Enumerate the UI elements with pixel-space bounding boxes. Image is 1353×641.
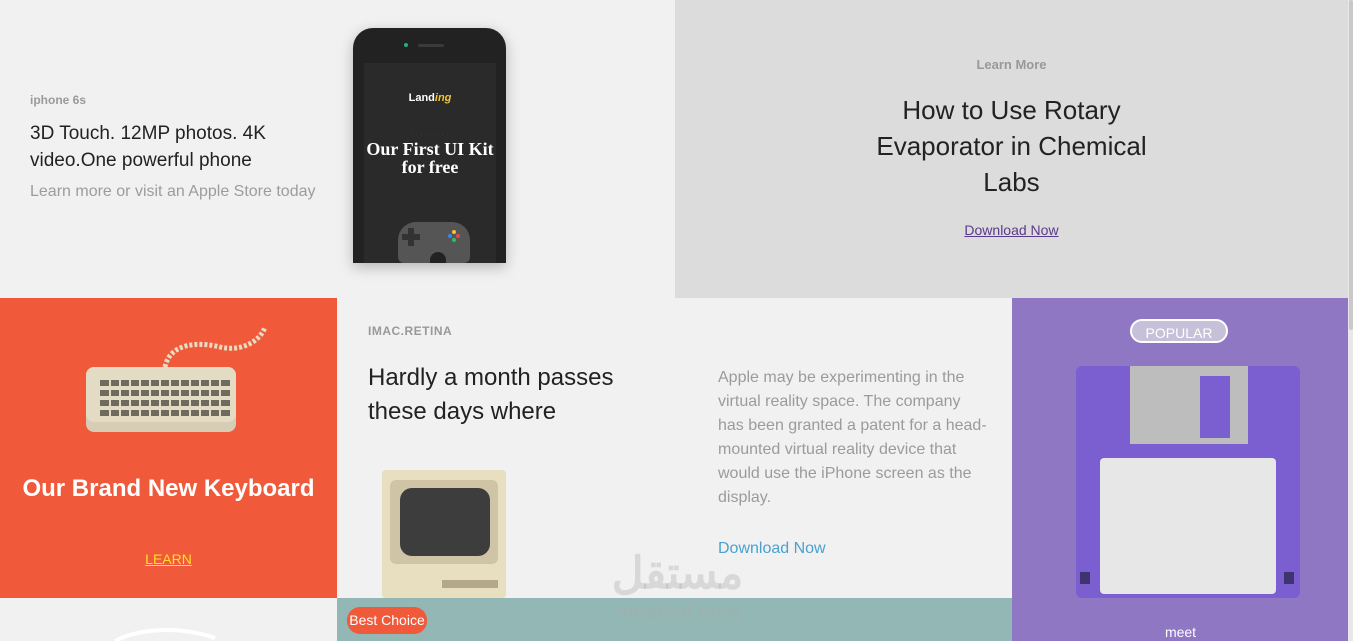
dpad-icon [402, 228, 420, 246]
floppy-disk-image [1076, 366, 1300, 598]
phone-brand-prefix: Land [408, 92, 435, 104]
keyboard-image [86, 325, 268, 432]
watermark-arabic: مستقل [611, 549, 744, 598]
keyboard-learn-link[interactable]: LEARN [0, 551, 337, 567]
scrollbar-thumb[interactable] [1349, 0, 1353, 330]
imac-title: Hardly a month passes these days where [368, 364, 614, 425]
phone-speaker [418, 44, 444, 47]
imac-image [382, 470, 506, 598]
phone-camera [404, 43, 408, 47]
hero-subtitle: Learn more or visit an Apple Store today [30, 183, 316, 200]
hero-tag: iphone 6s [30, 93, 87, 107]
gamepad-stick [430, 252, 446, 263]
floppy-caption: meet [1164, 624, 1197, 640]
watermark-latin: mostaql.com [615, 601, 740, 623]
phone-pretitle: · · · · · · · · · [411, 132, 449, 137]
hero-title: 3D Touch. 12MP photos. 4K video.One powe… [30, 123, 266, 171]
cable-image [114, 628, 216, 641]
gamepad-buttons-icon [448, 230, 460, 242]
promo-download-link[interactable]: Download Now [675, 222, 1348, 238]
keyboard-card-title: Our Brand New Keyboard [22, 475, 315, 502]
imac-body: Apple may be experimenting in the virtua… [718, 369, 987, 506]
promo-tag: Learn More [976, 57, 1047, 72]
best-choice-badge: Best Choice [347, 607, 427, 634]
phone-kit-title: Our First UI Kit for free [366, 139, 494, 177]
popular-badge: POPULAR [1130, 319, 1228, 343]
phone-brand-logo: Landing [364, 92, 496, 104]
imac-tag: IMAC.RETINA [368, 324, 453, 338]
promo-title: How to Use Rotary Evaporator in Chemical… [876, 95, 1147, 197]
phone-brand-suffix: ing [434, 92, 452, 104]
